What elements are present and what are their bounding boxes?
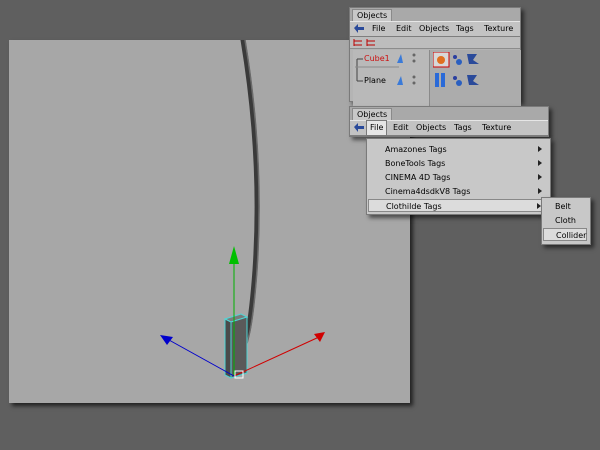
- object-manager-top: Objects File Edit Objects Tags Texture C…: [349, 7, 521, 110]
- menu-file[interactable]: File: [372, 22, 385, 36]
- menubar-bottom: File Edit Objects Tags Texture: [350, 120, 548, 136]
- collider-tag-icon: [435, 73, 439, 87]
- texture-tag-icon: [467, 54, 479, 64]
- menu-item-cinema4dsdkv8-tags[interactable]: Cinema4dsdkV8 Tags: [368, 185, 547, 198]
- menu-objects[interactable]: Objects: [419, 22, 449, 36]
- y-axis-arrow-icon: [229, 246, 239, 264]
- z-axis: [168, 339, 235, 377]
- tag-icons: [433, 52, 479, 87]
- menu-edit[interactable]: Edit: [396, 22, 412, 36]
- submenu-item-cloth[interactable]: Cloth: [543, 214, 587, 227]
- menu-objects-2[interactable]: Objects: [416, 121, 446, 135]
- menu-file-active[interactable]: File: [366, 120, 388, 136]
- texture-tag-icon-2: [467, 75, 479, 85]
- object-manager-bottom: Objects File Edit Objects Tags Texture: [349, 106, 549, 137]
- menu-item-amazones-tags[interactable]: Amazones Tags: [368, 143, 547, 156]
- menu-texture-2[interactable]: Texture: [482, 121, 511, 135]
- cube-object: [223, 313, 249, 379]
- hierarchy-tools-icon[interactable]: [353, 38, 379, 47]
- submenu-item-belt[interactable]: Belt: [543, 200, 587, 213]
- submenu-arrow-icon: [538, 188, 542, 194]
- material-tag-icon-2: [456, 80, 462, 86]
- menu-item-bonetools-tags[interactable]: BoneTools Tags: [368, 157, 547, 170]
- file-dropdown-menu: Amazones Tags BoneTools Tags CINEMA 4D T…: [366, 138, 551, 215]
- menu-tags-2[interactable]: Tags: [454, 121, 472, 135]
- menu-texture[interactable]: Texture: [484, 22, 513, 36]
- hierarchy-toolbar: [350, 37, 520, 49]
- menu-item-clothilde-tags[interactable]: Clothilde Tags: [368, 199, 547, 212]
- menu-item-cinema-4d-tags[interactable]: CINEMA 4D Tags: [368, 171, 547, 184]
- back-arrow-icon[interactable]: [353, 24, 365, 34]
- object-cube1[interactable]: Cube1: [364, 54, 390, 63]
- submenu-arrow-icon: [538, 146, 542, 152]
- tags-column: [429, 50, 521, 110]
- menu-tags[interactable]: Tags: [456, 22, 474, 36]
- material-tag-icon: [456, 59, 462, 65]
- clothilde-submenu: Belt Cloth Collider: [541, 197, 591, 245]
- menu-edit-2[interactable]: Edit: [393, 121, 409, 135]
- object-list: Cube1 Plane: [353, 50, 521, 110]
- z-axis-arrow-icon: [160, 335, 173, 345]
- object-plane[interactable]: Plane: [364, 76, 386, 85]
- submenu-arrow-icon: [538, 174, 542, 180]
- x-axis-arrow-icon: [314, 332, 325, 342]
- back-arrow-icon-2[interactable]: [353, 123, 365, 133]
- submenu-item-collider[interactable]: Collider: [543, 228, 587, 241]
- menubar-top: File Edit Objects Tags Texture: [350, 21, 520, 37]
- submenu-arrow-icon: [538, 160, 542, 166]
